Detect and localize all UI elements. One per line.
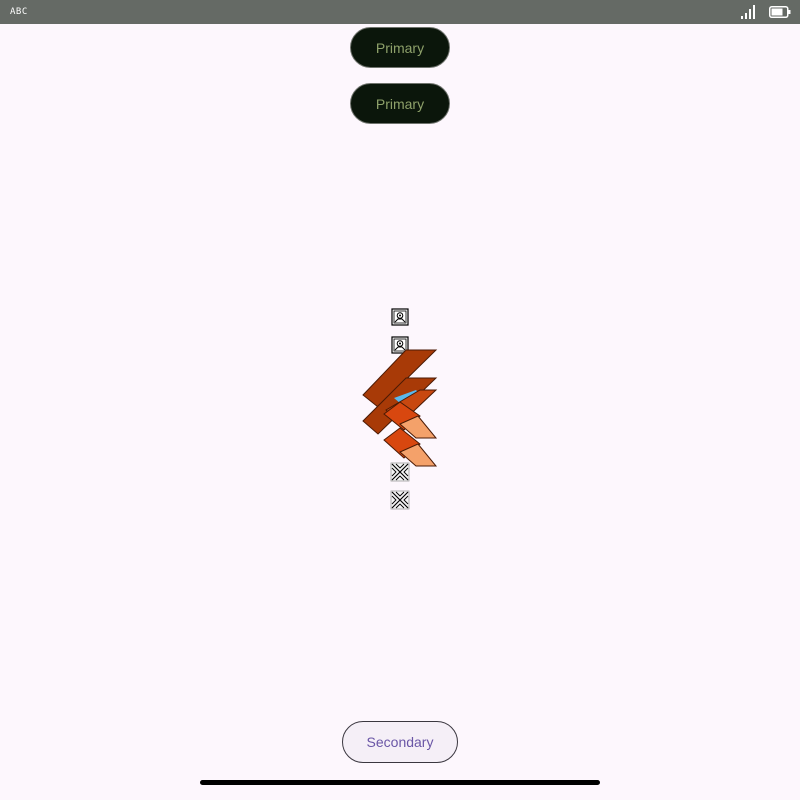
secondary-button[interactable]: Secondary (342, 721, 458, 763)
carrier-label: ABC (10, 7, 28, 17)
primary-button-2[interactable]: Primary (350, 83, 450, 124)
flutter-logo (362, 349, 438, 467)
home-indicator[interactable] (200, 780, 600, 785)
image-placeholder-icon (391, 308, 409, 326)
battery-icon (769, 6, 791, 18)
signal-icon (741, 5, 755, 19)
broken-image-icon (390, 462, 410, 482)
broken-image-icon (390, 490, 410, 510)
status-bar: ABC (0, 0, 800, 24)
primary-button-1[interactable]: Primary (350, 27, 450, 68)
